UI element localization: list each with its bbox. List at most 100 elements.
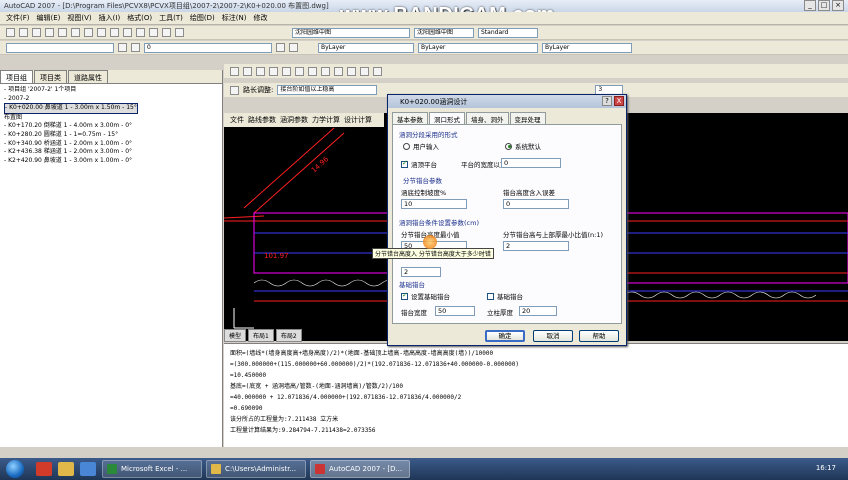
ok-button[interactable]: 确定 [485, 330, 525, 342]
tab-file[interactable]: 文件 [230, 115, 244, 125]
text-icon[interactable] [308, 66, 317, 76]
paste-icon[interactable] [97, 28, 106, 37]
tab-wall-body[interactable]: 墙身、洞外 [466, 112, 509, 124]
hatch-icon[interactable] [295, 66, 304, 76]
layer-previous-icon[interactable] [289, 43, 298, 52]
color-combo[interactable]: ByLayer [318, 42, 414, 53]
explorer-icon[interactable] [58, 462, 74, 476]
layer-combo[interactable]: 0 [144, 42, 272, 53]
help-button[interactable]: 帮助 [579, 330, 619, 342]
style-combo[interactable]: 沈阳园维中图 [292, 27, 410, 38]
tree-item[interactable]: - K0+280.20 圆梯道 1 - 1=0.75m - 15° [4, 131, 218, 140]
tab-layout2[interactable]: 布局2 [275, 329, 302, 342]
tree-item[interactable]: - K2+436.38 梯涵道 1 - 2.00m x 3.00m - 0° [4, 148, 218, 157]
tab-road-props[interactable]: 道路属性 [68, 70, 108, 83]
maximize-button[interactable]: □ [818, 0, 830, 11]
help-icon[interactable] [175, 28, 184, 37]
tab-project-class[interactable]: 项目类 [34, 70, 67, 83]
cut-icon[interactable] [71, 28, 80, 37]
radio-user-input[interactable]: 用户输入 [403, 141, 439, 151]
rotate-icon[interactable] [347, 66, 356, 76]
minimize-button[interactable]: _ [804, 0, 816, 11]
properties-icon[interactable] [162, 28, 171, 37]
tab-basic-params[interactable]: 基本参数 [392, 112, 428, 124]
tree-item[interactable]: - K2+420.90 鼻坡道 1 - 3.00m x 1.00m - 0° [4, 157, 218, 166]
move-icon[interactable] [334, 66, 343, 76]
radio-system-icon[interactable] [505, 142, 512, 150]
base-step-check-icon[interactable] [487, 292, 494, 300]
menu-dimension[interactable]: 标注(N) [222, 13, 247, 23]
save-icon[interactable] [32, 28, 41, 37]
tab-model[interactable]: 模型 [224, 329, 247, 342]
tab-design-calc[interactable]: 设计计算 [344, 115, 372, 125]
zoom-icon[interactable] [149, 28, 158, 37]
platform-width-field[interactable]: 0 [501, 158, 561, 168]
redo-icon[interactable] [123, 28, 132, 37]
tree-item[interactable]: - 项目组 '2007-2' 1个项目 [4, 86, 218, 95]
lineweight-combo[interactable]: ByLayer [542, 42, 632, 53]
menu-file[interactable]: 文件(F) [6, 13, 30, 23]
browser-icon[interactable] [80, 462, 96, 476]
menu-draw[interactable]: 绘图(D) [190, 13, 215, 23]
menu-tools[interactable]: 工具(T) [159, 13, 183, 23]
arc-icon[interactable] [269, 66, 278, 76]
open-icon[interactable] [19, 28, 28, 37]
menu-modify[interactable]: 修改 [253, 13, 267, 23]
menu-view[interactable]: 视图(V) [67, 13, 91, 23]
tab-project-group[interactable]: 项目组 [0, 70, 33, 83]
dialog-close-button[interactable]: X [614, 96, 624, 106]
polyline-icon[interactable] [243, 66, 252, 76]
extra-field[interactable]: 2 [401, 267, 441, 277]
linetype-combo[interactable]: ByLayer [418, 42, 538, 53]
cancel-button[interactable]: 取消 [533, 330, 573, 342]
rect-icon[interactable] [282, 66, 291, 76]
road-settings-icon[interactable] [230, 85, 239, 95]
road-combo[interactable]: 接台阶如值以上稳高 [277, 85, 378, 95]
menu-insert[interactable]: 插入(I) [99, 13, 121, 23]
dialog-help-icon[interactable]: ? [602, 96, 612, 106]
ratio-field[interactable]: 2 [503, 241, 569, 251]
tree-item-selected[interactable]: - K0+020.00 鼻坡道 1 - 3.00m x 1.50m - 15° [4, 103, 138, 114]
tab-opening-form[interactable]: 洞口形式 [429, 112, 465, 124]
task-excel[interactable]: Microsoft Excel - ... [102, 460, 202, 478]
tree-item[interactable]: - K0+340.90 桥涵道 1 - 2.00m x 1.00m - 0° [4, 140, 218, 149]
copy-icon[interactable] [84, 28, 93, 37]
tree-item[interactable]: - K0+170.20 倒梯道 1 - 4.00m x 3.00m - 0° [4, 122, 218, 131]
radio-system-default[interactable]: 系统默认 [505, 141, 541, 151]
preview-icon[interactable] [58, 28, 67, 37]
tab-variation[interactable]: 变异处理 [509, 112, 546, 124]
media-player-icon[interactable] [36, 462, 52, 476]
radio-user-icon[interactable] [403, 142, 410, 150]
pan-icon[interactable] [136, 28, 145, 37]
menu-edit[interactable]: 编辑(E) [37, 13, 61, 23]
block-icon[interactable] [321, 66, 330, 76]
tree-item[interactable]: - 2007-2 [4, 95, 218, 104]
workspace-combo[interactable] [6, 42, 114, 53]
task-explorer[interactable]: C:\Users\Administr... [206, 460, 306, 478]
extend-icon[interactable] [373, 66, 382, 76]
base-setting-checkbox[interactable]: 设置基础错台 [401, 291, 450, 301]
print-icon[interactable] [45, 28, 54, 37]
style2-combo[interactable]: 沈阳园维中图 [414, 27, 474, 38]
make-current-icon[interactable] [276, 43, 285, 52]
platform-checkbox[interactable]: 涵顶平台 [401, 159, 437, 169]
menu-format[interactable]: 格式(O) [127, 13, 152, 23]
line-icon[interactable] [230, 66, 239, 76]
step-height-field[interactable]: 0 [503, 199, 569, 209]
task-autocad[interactable]: AutoCAD 2007 - [D... [310, 460, 410, 478]
base-step-checkbox[interactable]: 基础错台 [487, 291, 523, 301]
close-button[interactable]: × [832, 0, 844, 11]
circle-icon[interactable] [256, 66, 265, 76]
tab-culvert-params[interactable]: 涵洞参数 [280, 115, 308, 125]
tab-layout1[interactable]: 布局1 [248, 329, 274, 342]
base-setting-check-icon[interactable] [401, 291, 408, 300]
layer-manager-icon[interactable] [118, 43, 127, 52]
undo-icon[interactable] [110, 28, 119, 37]
platform-check-icon[interactable] [401, 159, 408, 168]
base-width-field[interactable]: 50 [435, 306, 475, 316]
tab-route-params[interactable]: 路线参数 [248, 115, 276, 125]
trim-icon[interactable] [360, 66, 369, 76]
new-icon[interactable] [6, 28, 15, 37]
layer-state-icon[interactable] [131, 43, 140, 52]
column-thickness-field[interactable]: 20 [519, 306, 557, 316]
